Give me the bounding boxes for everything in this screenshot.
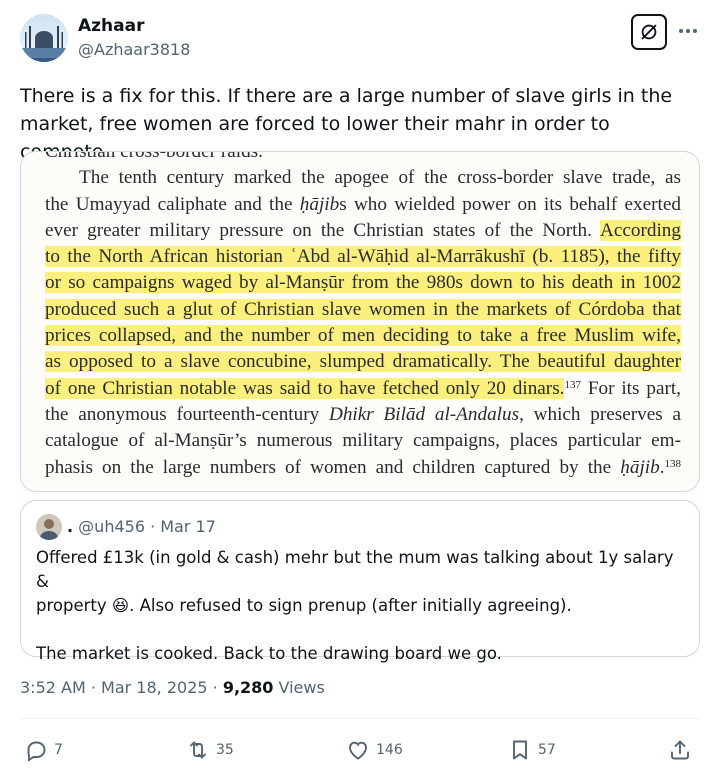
more-icon [679,29,697,33]
action-bar: 7 35 146 57 [20,734,700,766]
book-line: the anonymous fourteenth-century Dhikr B… [45,403,682,425]
book-line: ever greater military pressure on the Ch… [45,219,681,241]
like-icon [349,741,367,760]
views-count: 9,280 [222,678,274,697]
tweet-media-image[interactable]: Christian cross-border raids. The tenth … [20,151,700,492]
book-line: of one Christian notable was said to hav… [45,377,681,399]
book-line: catalogue of al-Manṣūr’s numerous milita… [45,430,681,452]
quoted-tweet[interactable]: . @uh456 · Mar 17 Offered £13k (in gold … [20,500,700,663]
grok-button[interactable] [631,14,667,50]
timestamp-text[interactable]: 3:52 AM · Mar 18, 2025 · [20,678,223,697]
author-name[interactable]: Azhaar [78,16,144,36]
quoted-line: property 😆. Also refused to sign prenup … [36,596,572,615]
views-label: Views [273,678,325,697]
more-options-button[interactable] [675,18,701,44]
bookmark-icon [513,740,527,760]
quoted-handle-date[interactable]: @uh456 · Mar 17 [78,517,216,536]
bookmark-count: 57 [538,742,556,758]
quoted-line: The market is cooked. Back to the drawin… [36,644,502,663]
like-button[interactable]: 146 [346,734,403,766]
quoted-text: Offered £13k (in gold & cash) mehr but t… [36,546,686,666]
repost-button[interactable]: 35 [186,734,234,766]
book-line: phasis on the large numbers of women and… [45,456,681,478]
book-line: as opposed to a slave concubine, slumped… [45,351,681,373]
bookmark-button[interactable]: 57 [508,734,556,766]
grok-icon [641,24,657,40]
reply-count: 7 [54,742,63,758]
author-avatar[interactable] [20,14,68,62]
book-line: or so campaigns waged by al-Manṣūr from … [45,272,681,294]
like-count: 146 [376,742,403,758]
book-line: produced such a glut of Christian slave … [45,298,681,320]
book-line: Christian cross-border raids. [45,151,263,162]
reply-icon [27,741,46,762]
quoted-line: Offered £13k (in gold & cash) mehr but t… [36,548,674,591]
quoted-meta: . @uh456 · Mar 17 [67,517,216,536]
book-excerpt: Christian cross-border raids. The tenth … [45,151,682,481]
divider [20,718,700,719]
reply-button[interactable]: 7 [24,734,63,766]
quoted-avatar[interactable] [36,514,62,540]
tweet-timestamp: 3:52 AM · Mar 18, 2025 · 9,280 Views [20,678,325,697]
quoted-display-name[interactable]: . [67,517,73,536]
repost-icon [190,741,206,759]
book-line: the Umayyad caliphate and the ḥājibs who… [45,193,681,215]
book-line: to the North African historian ʿAbd al-W… [45,246,681,268]
book-line: The tenth century marked the apogee of t… [79,167,681,189]
share-icon [671,740,689,760]
repost-count: 35 [216,742,234,758]
share-button[interactable] [668,734,692,766]
book-line: prices collapsed, and the number of men … [45,325,681,347]
tweet-header: Azhaar @Azhaar3818 [20,14,700,66]
author-handle[interactable]: @Azhaar3818 [78,40,190,59]
laughing-emoji: 😆 [111,596,130,615]
